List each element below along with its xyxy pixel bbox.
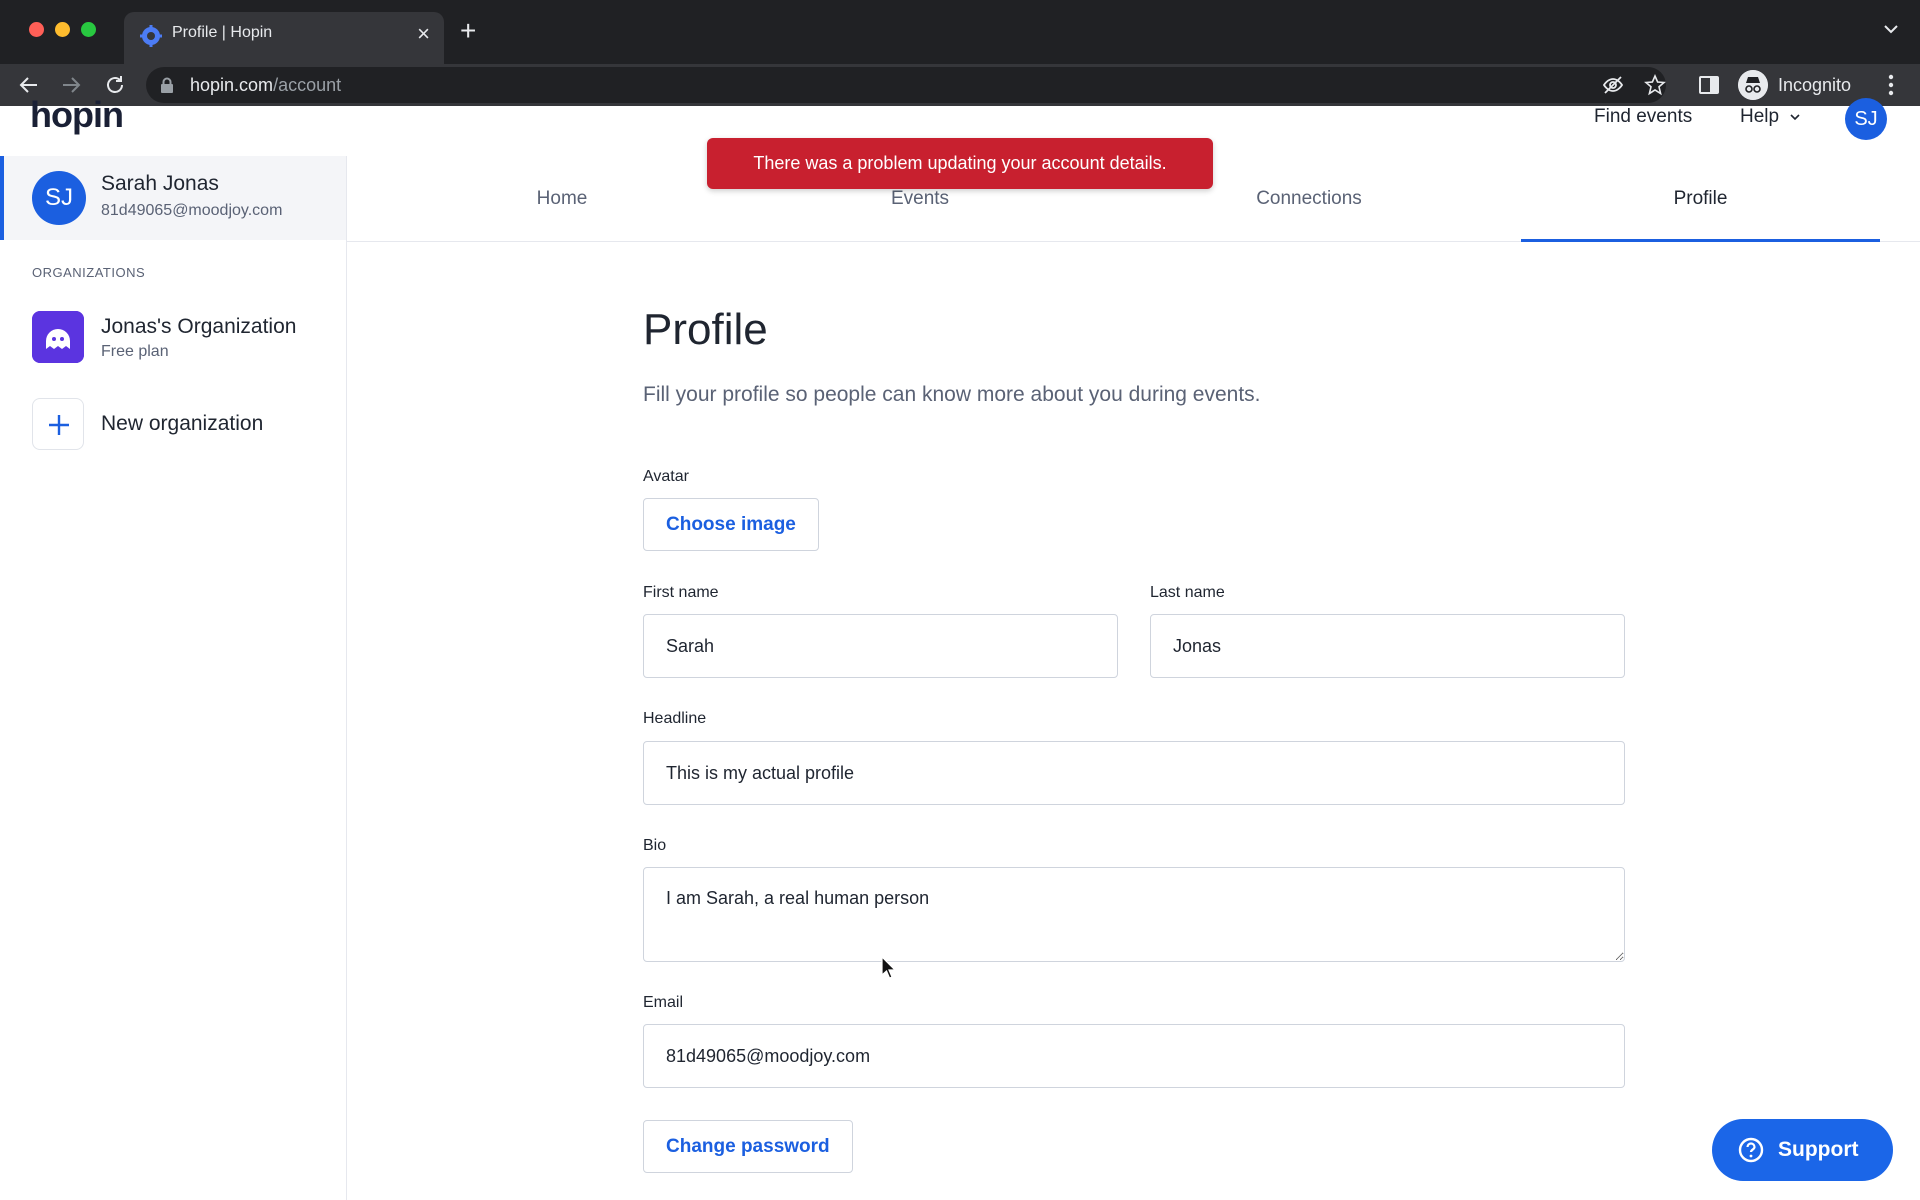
bio-label: Bio bbox=[643, 837, 667, 854]
window-close-button[interactable] bbox=[29, 22, 44, 37]
page-subtitle: Fill your profile so people can know mor… bbox=[643, 383, 1261, 406]
browser-tab[interactable]: Profile | Hopin × bbox=[124, 12, 444, 64]
ghost-icon bbox=[32, 311, 84, 363]
last-name-label: Last name bbox=[1150, 584, 1225, 601]
sidebar: SJ Sarah Jonas 81d49065@moodjoy.com ORGA… bbox=[0, 156, 347, 1200]
support-label: Support bbox=[1778, 1138, 1859, 1161]
last-name-input[interactable] bbox=[1150, 614, 1625, 678]
avatar-label: Avatar bbox=[643, 468, 689, 485]
first-name-input[interactable] bbox=[643, 614, 1118, 678]
browser-menu-icon[interactable] bbox=[1880, 72, 1902, 98]
find-events-link[interactable]: Find events bbox=[1594, 106, 1692, 128]
email-label: Email bbox=[643, 994, 684, 1011]
headline-input[interactable] bbox=[643, 741, 1625, 805]
header-avatar[interactable]: SJ bbox=[1845, 98, 1887, 140]
browser-toolbar: hopin.com/account Incognito bbox=[0, 64, 1920, 106]
incognito-label: Incognito bbox=[1778, 75, 1852, 95]
error-toast: There was a problem updating your accoun… bbox=[707, 138, 1213, 189]
hopin-logo[interactable]: hopin bbox=[30, 94, 124, 136]
tab-close-icon[interactable]: × bbox=[417, 22, 430, 46]
tab-profile[interactable]: Profile bbox=[1521, 156, 1880, 242]
new-tab-icon[interactable]: + bbox=[460, 16, 476, 46]
help-circle-icon bbox=[1738, 1137, 1764, 1163]
page-title: Profile bbox=[643, 305, 768, 354]
window-maximize-button[interactable] bbox=[81, 22, 96, 37]
help-menu[interactable]: Help bbox=[1740, 106, 1802, 128]
chevron-down-icon[interactable] bbox=[1882, 20, 1900, 38]
new-organization-button[interactable]: New organization bbox=[32, 398, 332, 450]
help-label: Help bbox=[1740, 106, 1780, 127]
sidebar-item-organization[interactable]: Jonas's Organization Free plan bbox=[32, 311, 332, 367]
new-organization-label: New organization bbox=[101, 412, 264, 435]
organizations-heading: ORGANIZATIONS bbox=[32, 265, 146, 280]
user-name: Sarah Jonas bbox=[101, 172, 219, 195]
plus-icon bbox=[32, 398, 84, 450]
star-icon[interactable] bbox=[1644, 74, 1666, 96]
user-email: 81d49065@moodjoy.com bbox=[101, 202, 283, 219]
browser-tab-bar: Profile | Hopin × + bbox=[0, 0, 1920, 64]
incognito-icon bbox=[1738, 70, 1768, 100]
tab-title: Profile | Hopin bbox=[172, 24, 273, 41]
chevron-down-icon bbox=[1790, 114, 1800, 121]
tab-home[interactable]: Home bbox=[422, 156, 702, 242]
change-password-button[interactable]: Change password bbox=[643, 1120, 853, 1173]
hopin-favicon-icon bbox=[140, 25, 162, 47]
eye-off-icon[interactable] bbox=[1602, 74, 1624, 96]
user-avatar: SJ bbox=[32, 171, 86, 225]
first-name-label: First name bbox=[643, 584, 719, 601]
bio-textarea[interactable]: I am Sarah, a real human person bbox=[643, 867, 1625, 962]
email-input[interactable] bbox=[643, 1024, 1625, 1088]
mouse-cursor-icon bbox=[881, 956, 897, 979]
sidebar-user-card[interactable]: SJ Sarah Jonas 81d49065@moodjoy.com bbox=[0, 156, 346, 240]
choose-image-button[interactable]: Choose image bbox=[643, 498, 819, 551]
organization-name: Jonas's Organization bbox=[101, 315, 297, 338]
address-bar[interactable]: hopin.com/account bbox=[146, 67, 1666, 103]
support-button[interactable]: Support bbox=[1712, 1119, 1893, 1181]
side-panel-icon[interactable] bbox=[1698, 74, 1720, 96]
url-text: hopin.com/account bbox=[190, 75, 342, 95]
organization-plan: Free plan bbox=[101, 343, 169, 360]
window-minimize-button[interactable] bbox=[55, 22, 70, 37]
lock-icon bbox=[161, 77, 173, 93]
headline-label: Headline bbox=[643, 710, 707, 727]
